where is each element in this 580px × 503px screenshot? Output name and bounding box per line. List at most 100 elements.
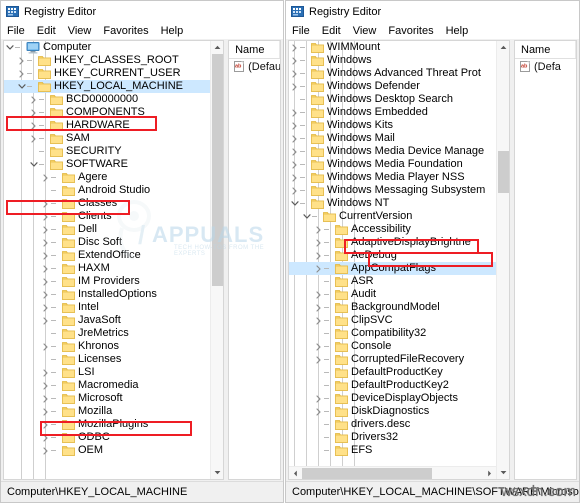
chevron-right-icon[interactable] [289,184,300,197]
chevron-right-icon[interactable] [28,106,39,119]
tree-item-appcompatflags[interactable]: AppCompatFlags [289,262,496,275]
tree-item-windows-nt[interactable]: Windows NT [289,197,496,210]
chevron-right-icon[interactable] [289,145,300,158]
chevron-down-icon[interactable] [301,210,312,223]
tree-item-classes[interactable]: Classes [4,197,210,210]
value-row-default-right[interactable]: ab (Defa [515,59,576,74]
chevron-right-icon[interactable] [289,106,300,119]
tree-item-haxm[interactable]: HAXM [4,262,210,275]
chevron-right-icon[interactable] [313,223,324,236]
values-column-header-left[interactable]: Name [229,41,280,59]
tree-vertical-scrollbar-left[interactable] [210,41,224,479]
menu-file[interactable]: File [7,25,25,37]
tree-item-devicedisplayobjects[interactable]: DeviceDisplayObjects [289,392,496,405]
tree-vertical-scrollbar-right[interactable] [496,41,509,479]
scroll-right-arrow-icon[interactable] [483,467,496,479]
chevron-right-icon[interactable] [28,93,39,106]
values-column-header-right[interactable]: Name [515,41,576,59]
tree-item-windows[interactable]: Windows [289,54,496,67]
tree-item-hkey-classes-root[interactable]: HKEY_CLASSES_ROOT [4,54,210,67]
menu-file[interactable]: File [292,25,310,37]
tree-item-accessibility[interactable]: Accessibility [289,223,496,236]
registry-editor-window-right[interactable]: Registry Editor File Edit View Favorites… [285,0,580,503]
tree-item-windows-messaging-subsystem[interactable]: Windows Messaging Subsystem [289,184,496,197]
chevron-right-icon[interactable] [40,314,51,327]
chevron-right-icon[interactable] [289,158,300,171]
tree-item-windows-defender[interactable]: Windows Defender [289,80,496,93]
menu-view[interactable]: View [68,25,92,37]
scroll-down-arrow-icon[interactable] [497,466,509,479]
chevron-right-icon[interactable] [16,67,27,80]
chevron-right-icon[interactable] [313,314,324,327]
tree-item-aedebug[interactable]: AeDebug [289,249,496,262]
tree-item-windows-kits[interactable]: Windows Kits [289,119,496,132]
menu-bar-left[interactable]: File Edit View Favorites Help [1,22,283,39]
chevron-right-icon[interactable] [16,54,27,67]
tree-item-diskdiagnostics[interactable]: DiskDiagnostics [289,405,496,418]
tree-item-adaptivedisplaybrightne[interactable]: AdaptiveDisplayBrightne [289,236,496,249]
registry-values-list-left[interactable]: Name ab (Defau [228,40,281,480]
menu-view[interactable]: View [353,25,377,37]
chevron-right-icon[interactable] [289,54,300,67]
tree-item-computer[interactable]: Computer [4,41,210,54]
tree-item-backgroundmodel[interactable]: BackgroundModel [289,301,496,314]
tree-item-odbc[interactable]: ODBC [4,431,210,444]
registry-values-list-right[interactable]: Name ab (Defa [514,40,577,480]
chevron-right-icon[interactable] [313,288,324,301]
tree-item-defaultproductkey2[interactable]: DefaultProductKey2 [289,379,496,392]
tree-scroll-left[interactable]: Computer HKEY_CLASSES_ROOT HKEY_CURRENT_US… [4,41,211,479]
tree-item-software[interactable]: SOFTWARE [4,158,210,171]
chevron-right-icon[interactable] [40,340,51,353]
chevron-right-icon[interactable] [289,171,300,184]
registry-tree-left[interactable]: Computer HKEY_CLASSES_ROOT HKEY_CURRENT_US… [3,40,225,480]
tree-horizontal-scrollbar-right[interactable] [289,466,496,479]
menu-bar-right[interactable]: File Edit View Favorites Help [286,22,579,39]
chevron-right-icon[interactable] [40,197,51,210]
tree-scroll-thumb-left[interactable] [212,54,224,286]
chevron-right-icon[interactable] [289,67,300,80]
tree-item-console[interactable]: Console [289,340,496,353]
chevron-right-icon[interactable] [40,431,51,444]
tree-item-security[interactable]: SECURITY [4,145,210,158]
chevron-down-icon[interactable] [289,197,300,210]
menu-help[interactable]: Help [161,25,184,37]
tree-item-extendoffice[interactable]: ExtendOffice [4,249,210,262]
tree-item-drivers-desc[interactable]: drivers.desc [289,418,496,431]
chevron-down-icon[interactable] [28,158,39,171]
tree-item-audit[interactable]: Audit [289,288,496,301]
tree-item-defaultproductkey[interactable]: DefaultProductKey [289,366,496,379]
tree-item-macromedia[interactable]: Macromedia [4,379,210,392]
chevron-right-icon[interactable] [40,171,51,184]
tree-item-efs[interactable]: EFS [289,444,496,457]
tree-item-clients[interactable]: Clients [4,210,210,223]
chevron-down-icon[interactable] [16,80,27,93]
chevron-right-icon[interactable] [40,236,51,249]
tree-item-javasoft[interactable]: JavaSoft [4,314,210,327]
chevron-right-icon[interactable] [313,262,324,275]
menu-favorites[interactable]: Favorites [388,25,433,37]
chevron-right-icon[interactable] [289,132,300,145]
chevron-right-icon[interactable] [40,223,51,236]
tree-item-im-providers[interactable]: IM Providers [4,275,210,288]
tree-item-android-studio[interactable]: Android Studio [4,184,210,197]
value-row-default-left[interactable]: ab (Defau [229,59,280,74]
tree-item-intel[interactable]: Intel [4,301,210,314]
tree-item-windows-desktop-search[interactable]: Windows Desktop Search [289,93,496,106]
registry-tree-right[interactable]: WIMMount Windows Windows Advanced Threat P… [288,40,510,480]
tree-item-windows-media-foundation[interactable]: Windows Media Foundation [289,158,496,171]
tree-item-jremetrics[interactable]: JreMetrics [4,327,210,340]
menu-favorites[interactable]: Favorites [103,25,148,37]
tree-item-installedoptions[interactable]: InstalledOptions [4,288,210,301]
scroll-up-arrow-icon[interactable] [497,41,509,54]
tree-item-oem[interactable]: OEM [4,444,210,457]
chevron-right-icon[interactable] [40,366,51,379]
chevron-right-icon[interactable] [28,132,39,145]
chevron-right-icon[interactable] [40,288,51,301]
registry-editor-window-left[interactable]: Registry Editor File Edit View Favorites… [0,0,284,503]
tree-scroll-thumb-right[interactable] [498,151,509,193]
tree-item-compatibility32[interactable]: Compatibility32 [289,327,496,340]
menu-edit[interactable]: Edit [37,25,56,37]
tree-item-hkey-local-machine[interactable]: HKEY_LOCAL_MACHINE [4,80,211,93]
chevron-right-icon[interactable] [313,340,324,353]
chevron-right-icon[interactable] [40,392,51,405]
